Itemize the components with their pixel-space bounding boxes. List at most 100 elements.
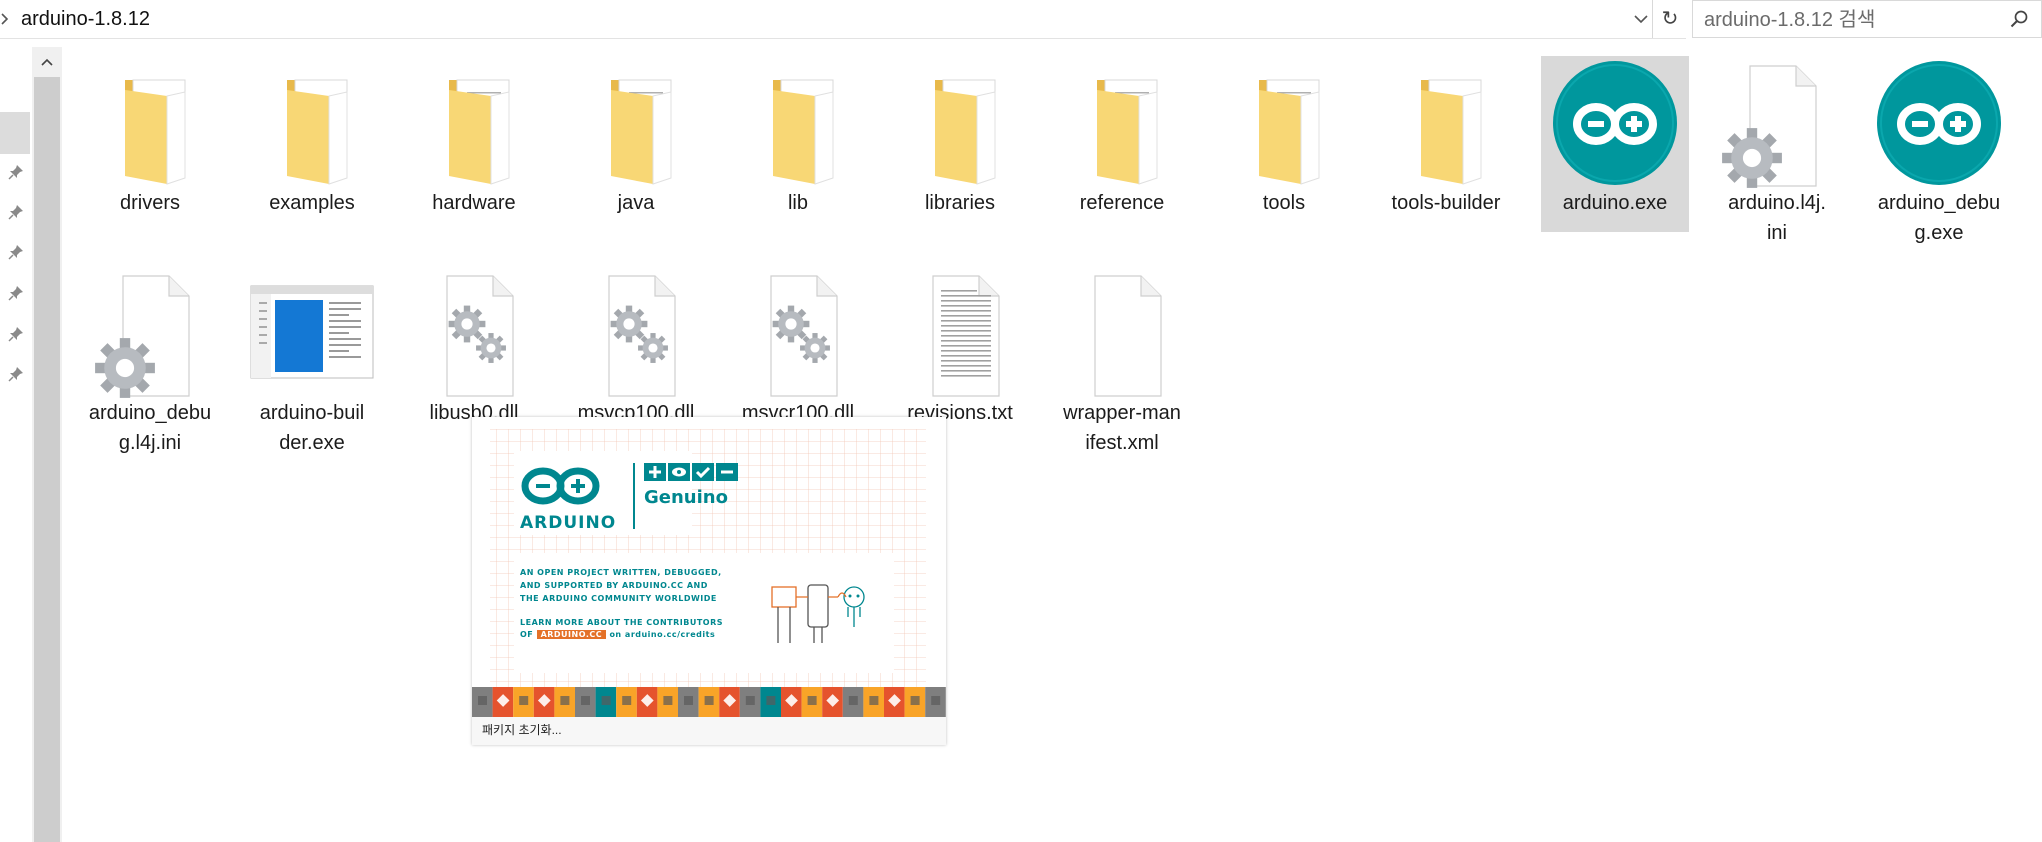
splash-tagline-3: THE ARDUINO COMMUNITY WORLDWIDE	[520, 594, 717, 603]
file-item-arduino-debug-l4j-ini[interactable]: arduino_debu g.l4j.ini	[76, 266, 224, 458]
file-item-label: arduino_debu g.exe	[1877, 192, 2001, 244]
splash-status-text: 패키지 초기화...	[482, 723, 562, 737]
refresh-icon: ↻	[1661, 8, 1679, 30]
file-item-label: drivers	[119, 192, 180, 214]
file-item-tools[interactable]: tools	[1210, 56, 1358, 218]
splash-genuino: Genuino	[644, 487, 728, 508]
folder-icon	[895, 58, 1025, 188]
splash-tile-glyph	[704, 696, 714, 705]
splash-tile-glyph	[519, 696, 529, 705]
splash-tile-glyph	[931, 696, 941, 705]
file-icon	[1057, 268, 1187, 398]
splash-tile-glyph	[622, 696, 632, 705]
file-item-examples[interactable]: examples	[238, 56, 386, 218]
folder-icon	[85, 58, 215, 188]
file-item-hardware[interactable]: hardware	[400, 56, 548, 218]
pin-icon[interactable]	[8, 164, 24, 180]
splash-tile-glyph	[910, 696, 920, 705]
file-item-msvcp100-dll[interactable]: msvcp100.dll	[562, 266, 710, 428]
dll-file-icon	[571, 268, 701, 398]
scroll-thumb[interactable]	[34, 77, 60, 842]
file-item-arduino-exe[interactable]: arduino.exe	[1541, 56, 1689, 232]
splash-tile-glyph	[663, 696, 673, 705]
file-item-libraries[interactable]: libraries	[886, 56, 1034, 218]
file-item-libusb0-dll[interactable]: libusb0.dll	[400, 266, 548, 428]
file-item-arduino-builder-exe[interactable]: arduino-buil der.exe	[238, 266, 386, 458]
file-item-label: libraries	[924, 192, 996, 214]
splash-tile-glyph	[478, 696, 487, 705]
splash-tile-glyph	[869, 696, 879, 705]
arduino-splash-screen: ARDUINO Genuino AN OPEN PROJECT WRITTEN,…	[472, 417, 946, 745]
folder-icon	[571, 58, 701, 188]
address-path[interactable]: arduino-1.8.12	[21, 6, 150, 32]
splash-credits-line: OF ARDUINO.CC on arduino.cc/credits	[520, 630, 715, 642]
address-bar[interactable]: arduino-1.8.12 ↻	[0, 0, 1686, 39]
file-item-arduino-debug-exe[interactable]: arduino_debu g.exe	[1865, 56, 2013, 248]
file-item-label: reference	[1079, 192, 1165, 214]
folder-icon	[409, 58, 539, 188]
splash-tagline-2: AND SUPPORTED BY ARDUINO.CC AND	[520, 581, 708, 590]
settings-file-icon	[1712, 58, 1842, 188]
pin-icon[interactable]	[8, 366, 24, 382]
file-item-label: arduino_debu g.l4j.ini	[88, 402, 212, 454]
splash-characters-illustration	[771, 584, 865, 643]
splash-learn-more: LEARN MORE ABOUT THE CONTRIBUTORS	[520, 618, 724, 627]
folder-icon	[1057, 58, 1187, 188]
file-item-java[interactable]: java	[562, 56, 710, 218]
search-box[interactable]: arduino-1.8.12 검색	[1692, 0, 2042, 38]
splash-tile-glyph	[560, 696, 570, 705]
nav-selected-item[interactable]	[0, 112, 30, 154]
splash-artwork	[472, 417, 946, 717]
file-item-label: lib	[787, 192, 808, 214]
address-history-dropdown[interactable]	[1630, 8, 1652, 30]
file-item-label: hardware	[432, 192, 516, 214]
file-item-label: wrapper-man ifest.xml	[1063, 402, 1181, 454]
folder-icon	[1219, 58, 1349, 188]
splash-tile-glyph	[745, 696, 755, 705]
navigation-pane	[0, 39, 30, 842]
file-item-label: examples	[269, 192, 355, 214]
splash-tile-glyph	[581, 696, 590, 705]
folder-icon	[247, 58, 377, 188]
folder-icon	[733, 58, 863, 188]
splash-tile-glyph	[807, 696, 817, 705]
file-item-label: tools	[1262, 192, 1306, 214]
scroll-up-button[interactable]	[32, 47, 62, 77]
splash-brand: ARDUINO	[520, 513, 617, 533]
file-item-drivers[interactable]: drivers	[76, 56, 224, 218]
file-item-lib[interactable]: lib	[724, 56, 872, 218]
file-explorer-window: arduino-1.8.12 ↻ arduino-1.8.12 검색 drive…	[0, 0, 2042, 842]
splash-arduino-badge: ARDUINO.CC	[536, 630, 607, 639]
splash-tile-glyph	[684, 696, 693, 705]
file-item-label: arduino-buil der.exe	[259, 402, 365, 454]
arduino-app-icon	[1874, 58, 2004, 188]
file-item-revisions-txt[interactable]: revisions.txt	[886, 266, 1034, 428]
splash-credits-link: on arduino.cc/credits	[609, 630, 716, 639]
nav-scrollbar[interactable]	[32, 47, 62, 842]
file-item-reference[interactable]: reference	[1048, 56, 1196, 218]
pin-icon[interactable]	[8, 285, 24, 301]
splash-learn-of: OF	[520, 630, 534, 639]
pin-icon[interactable]	[8, 244, 24, 260]
chevron-down-icon	[1634, 15, 1648, 24]
pin-icon[interactable]	[8, 204, 24, 220]
file-item-arduino-l4j-ini[interactable]: arduino.l4j. ini	[1703, 56, 1851, 248]
chevron-up-icon	[41, 58, 53, 66]
splash-tile-glyph	[601, 696, 611, 705]
refresh-button[interactable]: ↻	[1652, 0, 1687, 38]
file-item-tools-builder[interactable]: tools-builder	[1372, 56, 1520, 218]
splash-tile-glyph	[848, 696, 858, 705]
file-item-msvcr100-dll[interactable]: msvcr100.dll	[724, 266, 872, 428]
arduino-app-icon	[1550, 58, 1680, 188]
pin-icon[interactable]	[8, 326, 24, 342]
file-item-wrapper-manifest-xml[interactable]: wrapper-man ifest.xml	[1048, 266, 1196, 458]
search-input[interactable]: arduino-1.8.12 검색	[1704, 7, 1875, 33]
file-item-label: arduino.exe	[1562, 192, 1668, 214]
folder-icon	[1381, 58, 1511, 188]
chevron-right-icon[interactable]	[0, 11, 10, 27]
dll-file-icon	[409, 268, 539, 398]
text-file-icon	[895, 268, 1025, 398]
search-icon[interactable]	[2009, 9, 2029, 29]
application-icon	[247, 268, 377, 398]
file-item-label: arduino.l4j. ini	[1728, 192, 1826, 244]
